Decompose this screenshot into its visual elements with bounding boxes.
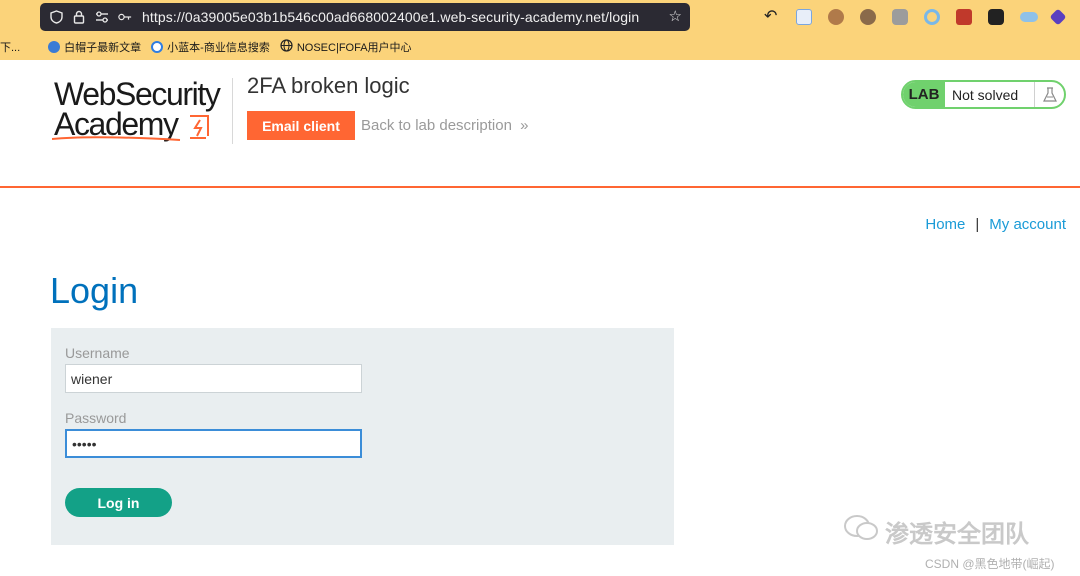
password-label: Password — [65, 410, 127, 426]
bookmark-xiaolanben[interactable]: 小蓝本-商业信息搜索 — [151, 39, 270, 55]
key-icon[interactable] — [118, 10, 132, 24]
email-client-button[interactable]: Email client — [247, 111, 355, 140]
puzzle-icon[interactable] — [892, 9, 908, 25]
ring-icon[interactable] — [924, 9, 940, 25]
logo-divider — [232, 78, 233, 144]
logo-bolt-icon — [190, 115, 209, 139]
lab-status-widget: LAB Not solved — [901, 80, 1066, 109]
lock-icon[interactable] — [72, 10, 86, 24]
back-to-lab-link[interactable]: Back to lab description » — [361, 117, 528, 134]
watermark-text: 渗透安全团队 — [885, 521, 1029, 548]
watermark: 渗透安全团队 — [843, 514, 1029, 549]
lab-title: 2FA broken logic — [247, 73, 410, 98]
bookmarks-bar: 下... 白帽子最新文章 小蓝本-商业信息搜索 NOSEC|FOFA用户中心 — [0, 34, 1080, 60]
bookmark-fofa[interactable]: NOSEC|FOFA用户中心 — [280, 39, 412, 55]
globe-icon — [280, 39, 293, 55]
bookmark-folder[interactable]: 下... — [0, 39, 20, 55]
logo-underline — [52, 136, 181, 141]
bookmark-label: 小蓝本-商业信息搜索 — [167, 42, 270, 54]
username-label: Username — [65, 345, 130, 361]
nav-separator: | — [975, 216, 980, 233]
header-divider — [0, 186, 1080, 188]
bookmark-star-icon[interactable]: ☆ — [669, 9, 682, 25]
my-account-link[interactable]: My account — [989, 216, 1066, 233]
web-security-academy-logo[interactable]: WebSecurity Academy — [52, 78, 233, 144]
bookmark-label: NOSEC|FOFA用户中心 — [296, 42, 412, 54]
browser-toolbar: https://0a39005e03b1b546c00ad668002400e1… — [0, 0, 1080, 34]
page-title: Login — [50, 270, 139, 311]
baimaozi-icon — [48, 41, 61, 53]
burp-icon[interactable] — [956, 9, 972, 25]
wechat-icon — [843, 514, 879, 549]
diamond-icon[interactable] — [1049, 8, 1067, 26]
xiaolanben-icon — [151, 41, 164, 53]
glasses-icon[interactable] — [988, 9, 1004, 25]
watermark-credit: CSDN @黑色地带(崛起) — [925, 557, 1055, 571]
password-input[interactable] — [65, 429, 362, 458]
shield-icon[interactable] — [49, 10, 63, 24]
back-link-label: Back to lab description — [361, 117, 512, 134]
login-button[interactable]: Log in — [65, 488, 172, 517]
home-link[interactable]: Home — [925, 216, 965, 233]
chevron-right-icon: » — [520, 117, 529, 134]
top-navigation: Home | My account — [925, 216, 1066, 233]
extension-icon[interactable] — [796, 9, 812, 25]
username-input[interactable] — [65, 364, 362, 393]
address-bar[interactable]: https://0a39005e03b1b546c00ad668002400e1… — [40, 3, 690, 31]
lab-tag: LAB — [903, 82, 945, 107]
bookmark-baimaozi[interactable]: 白帽子最新文章 — [48, 39, 141, 55]
bookmark-label: 白帽子最新文章 — [64, 42, 142, 54]
cookie-icon[interactable] — [828, 9, 844, 25]
cookie-editor-icon[interactable] — [860, 9, 876, 25]
login-form: Username Password Log in — [51, 328, 674, 545]
back-arrow-icon[interactable]: ↶ — [764, 9, 780, 25]
url-text[interactable]: https://0a39005e03b1b546c00ad668002400e1… — [142, 9, 639, 25]
bookmark-label: 下... — [0, 42, 21, 54]
toggle-icon[interactable] — [1020, 12, 1038, 22]
flask-icon — [1034, 82, 1064, 107]
permissions-icon[interactable] — [95, 10, 109, 24]
lab-status-text: Not solved — [952, 86, 1019, 103]
